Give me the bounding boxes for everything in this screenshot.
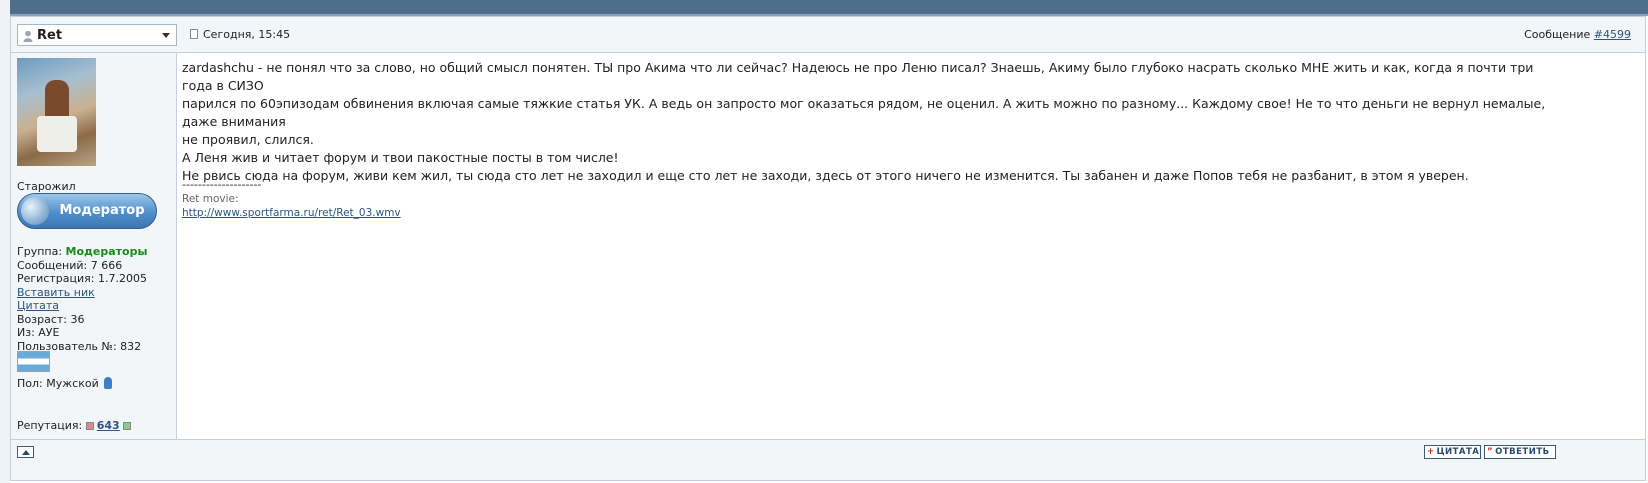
message-number-link[interactable]: #4599 bbox=[1594, 28, 1631, 41]
post-line: zardashchu - не понял что за слово, но о… bbox=[182, 60, 1534, 93]
insert-nick-link-wrap: Вставить ник bbox=[17, 286, 95, 299]
user-group: Группа: Модераторы bbox=[17, 245, 147, 258]
quote-button[interactable]: + ЦИТАТА bbox=[1424, 445, 1481, 459]
quote-marks-icon: ” bbox=[1487, 447, 1494, 457]
message-label: Сообщение bbox=[1524, 28, 1594, 41]
reputation-label: Репутация: bbox=[17, 419, 86, 432]
insert-nick-link[interactable]: Вставить ник bbox=[17, 286, 95, 299]
user-registered: Регистрация: 1.7.2005 bbox=[17, 272, 147, 285]
signature-label: Ret movie: bbox=[182, 193, 239, 205]
chevron-down-icon bbox=[162, 33, 170, 38]
reputation-value[interactable]: 643 bbox=[97, 419, 120, 432]
user-icon bbox=[23, 30, 33, 42]
chevron-up-icon bbox=[22, 450, 30, 455]
country-flag-icon bbox=[17, 351, 50, 372]
reputation-minus-icon[interactable] bbox=[85, 422, 94, 430]
post-body: zardashchu - не понял что за слово, но о… bbox=[182, 59, 1562, 185]
author-profile-panel: Старожил Модератор Группа: Модераторы Со… bbox=[11, 53, 177, 439]
moderator-badge-label: Модератор bbox=[59, 203, 145, 218]
post-line: не проявил, слился. bbox=[182, 132, 314, 147]
male-user-icon bbox=[103, 377, 112, 389]
quote-link[interactable]: Цитата bbox=[17, 299, 59, 312]
post-line: Не рвись сюда на форум, живи кем жил, ты… bbox=[182, 168, 1469, 183]
page-left-edge bbox=[0, 0, 10, 483]
plus-icon: + bbox=[1427, 447, 1435, 457]
forum-post: Ret Сегодня, 15:45 Сообщение #4599 Старо… bbox=[10, 16, 1646, 481]
author-name: Ret bbox=[37, 28, 63, 43]
quote-link-wrap: Цитата bbox=[17, 299, 59, 312]
user-location: Из: АУЕ bbox=[17, 326, 60, 339]
forum-top-bar bbox=[10, 0, 1648, 16]
post-line: парился по 60эпизодам обвинения включая … bbox=[182, 96, 1546, 129]
user-messages: Сообщений: 7 666 bbox=[17, 259, 123, 272]
user-gender-text: Пол: Мужской bbox=[17, 377, 99, 390]
post-content: zardashchu - не понял что за слово, но о… bbox=[177, 53, 1645, 439]
reply-button[interactable]: ” ОТВЕТИТЬ bbox=[1484, 445, 1556, 459]
user-gender: Пол: Мужской bbox=[17, 377, 112, 390]
user-age: Возраст: 36 bbox=[17, 313, 85, 326]
author-menu-dropdown[interactable]: Ret bbox=[17, 24, 177, 46]
post-header: Ret Сегодня, 15:45 Сообщение #4599 bbox=[11, 17, 1645, 53]
scroll-top-button[interactable] bbox=[17, 446, 34, 458]
quote-button-label: ЦИТАТА bbox=[1436, 447, 1480, 457]
user-group-value: Модераторы bbox=[65, 245, 148, 258]
signature-link[interactable]: http://www.sportfarma.ru/ret/Ret_03.wmv bbox=[182, 207, 401, 219]
post-footer: + ЦИТАТА ” ОТВЕТИТЬ bbox=[11, 439, 1645, 481]
moderator-badge: Модератор bbox=[17, 193, 157, 229]
message-number: Сообщение #4599 bbox=[1524, 28, 1631, 41]
document-icon bbox=[190, 29, 198, 39]
post-line: А Леня жив и читает форум и твои пакостн… bbox=[182, 150, 619, 165]
signature-separator: -------------------- bbox=[182, 178, 262, 191]
reputation-plus-icon[interactable] bbox=[122, 422, 131, 430]
avatar-towel bbox=[37, 116, 77, 152]
post-date-text: Сегодня, 15:45 bbox=[203, 28, 291, 41]
globe-icon bbox=[21, 197, 49, 225]
reply-button-label: ОТВЕТИТЬ bbox=[1495, 447, 1550, 457]
user-group-label: Группа: bbox=[17, 245, 66, 258]
avatar-figure bbox=[45, 80, 69, 120]
user-rank: Старожил bbox=[17, 180, 76, 193]
user-reputation: Репутация: 643 bbox=[17, 419, 131, 432]
avatar[interactable] bbox=[17, 58, 96, 166]
